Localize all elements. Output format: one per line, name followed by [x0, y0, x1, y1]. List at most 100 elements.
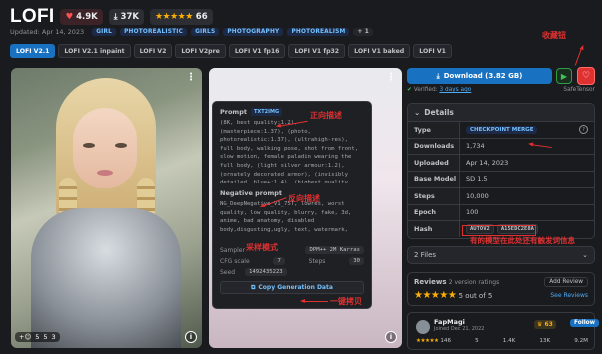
steps-value: 30: [349, 257, 364, 265]
sampler-value: DPM++ 2M Karras: [305, 246, 364, 254]
prompt-type-badge: TXT2IMG: [250, 108, 283, 116]
download-icon: ⤓: [113, 12, 118, 22]
generation-data-panel: Prompt TXT2IMG (8K, best quality:1.2), (m…: [212, 101, 372, 309]
version-tabs: LOFI V2.1 LOFI V2.1 inpaint LOFI V2 LOFI…: [10, 44, 452, 58]
lips: [97, 170, 113, 176]
verification-row: ✔ Verified: 3 days ago SafeTensor: [407, 87, 595, 93]
seed-label: Seed: [220, 268, 235, 276]
creator-name[interactable]: FapMagi: [434, 318, 465, 326]
more-tags[interactable]: + 1: [353, 28, 373, 36]
detail-key: Steps: [408, 188, 460, 204]
detail-value: Apr 14, 2023: [466, 158, 509, 167]
detail-value: 100: [466, 208, 479, 217]
details-panel: ⌄ Details Type CHECKPOINT MERGE? Downloads…: [407, 103, 595, 239]
details-title: Details: [424, 108, 454, 117]
prompt-label: Prompt: [220, 108, 247, 116]
reaction-count[interactable]: 5: [43, 333, 47, 341]
detail-row-base-model: Base Model SD 1.5: [408, 170, 594, 187]
detail-row-type: Type CHECKPOINT MERGE?: [408, 121, 594, 138]
tag[interactable]: PHOTOREALISTIC: [120, 28, 188, 36]
download-button[interactable]: ⤓ Download (3.82 GB): [407, 68, 552, 84]
detail-value: 1,734: [466, 142, 485, 151]
face-shape: [73, 108, 137, 188]
info-icon[interactable]: i: [385, 331, 397, 343]
heart-icon: ♡: [581, 71, 591, 81]
detail-row-uploaded: Uploaded Apr 14, 2023: [408, 154, 594, 171]
version-tab[interactable]: LOFI V1: [413, 44, 452, 58]
version-tab[interactable]: LOFI V1 baked: [348, 44, 411, 58]
stat-value: 5: [475, 338, 479, 344]
copy-generation-data-button[interactable]: ⧉ Copy Generation Data: [220, 281, 364, 294]
star-rating-icon: ★★★★★: [416, 338, 439, 344]
stat-value: 146: [440, 338, 452, 344]
model-title: LOFI: [10, 6, 55, 27]
sampler-label: Sampler: [220, 246, 245, 254]
more-options-icon[interactable]: ⋮: [186, 72, 196, 83]
see-reviews-link[interactable]: See Reviews: [550, 292, 588, 299]
creator-joined: Joined Dec 21, 2022: [434, 326, 485, 332]
version-tab[interactable]: LOFI V2.1: [10, 44, 56, 58]
detail-value: SD 1.5: [466, 175, 488, 184]
stat-value: 9.2M: [574, 338, 588, 344]
reaction-count[interactable]: 3: [52, 333, 56, 341]
files-label: 2 Files: [414, 251, 437, 259]
verified-date[interactable]: 3 days ago: [439, 87, 471, 93]
files-accordion[interactable]: 2 Files ⌄: [407, 246, 595, 264]
annotation-prompt: 正向描述: [310, 111, 342, 120]
avatar[interactable]: [416, 320, 430, 334]
detail-key: Type: [408, 122, 460, 138]
likes-badge[interactable]: ♥ 4.9K: [60, 9, 103, 25]
tag[interactable]: PHOTOREALISM: [287, 28, 350, 36]
type-badge: CHECKPOINT MERGE: [466, 125, 538, 134]
tag[interactable]: GIRL: [92, 28, 117, 36]
follow-button[interactable]: Follow: [570, 319, 600, 327]
annotation-highlight-box: [462, 225, 536, 236]
safetensor-label: SafeTensor: [563, 87, 595, 93]
favorite-button[interactable]: ♡: [577, 67, 595, 85]
creator-card: FapMagi Joined Dec 21, 2022 ♛ 63 Follow …: [407, 312, 600, 350]
download-icon: ⤓: [436, 71, 440, 80]
annotation-hash: 有的模型在此处还有触发词信息: [470, 236, 575, 245]
add-review-button[interactable]: Add Review: [544, 277, 588, 287]
help-icon[interactable]: ?: [579, 125, 588, 135]
more-options-icon[interactable]: ⋮: [386, 72, 396, 83]
verified-label: Verified:: [413, 87, 438, 93]
rating-count: 66: [195, 12, 208, 22]
model-header: LOFI ♥ 4.9K ⤓ 37K ★★★★★ 66: [10, 6, 213, 28]
downloads-badge: ⤓ 37K: [108, 9, 144, 25]
star-rating-icon: ★★★★★: [154, 12, 193, 22]
detail-row-epoch: Epoch 100: [408, 203, 594, 220]
info-icon[interactable]: i: [185, 331, 197, 343]
reaction-count[interactable]: 5: [35, 333, 39, 341]
negative-prompt-text: NG_DeepNegative_V1_75T, lowres, worst qu…: [220, 201, 352, 233]
prompt-text: (8K, best quality:1.2), (masterpiece:1.3…: [220, 120, 359, 183]
details-header[interactable]: ⌄ Details: [408, 104, 594, 121]
run-button[interactable]: ▶: [556, 68, 572, 84]
detail-value: 10,000: [466, 191, 489, 200]
heart-icon: ♥: [65, 12, 74, 22]
version-tab[interactable]: LOFI V1 fp16: [228, 44, 286, 58]
tag[interactable]: PHOTOGRAPHY: [223, 28, 284, 36]
detail-key: Uploaded: [408, 155, 460, 171]
star-rating-icon: ★★★★★: [414, 290, 457, 301]
downloads-count: 37K: [120, 12, 139, 22]
creator-stats: ★★★★★ 146 5 1.4K 13K 9.2M: [416, 338, 588, 344]
cfg-label: CFG scale: [220, 257, 250, 265]
stat-value: 13K: [539, 338, 551, 344]
version-tab[interactable]: LOFI V1 fp32: [288, 44, 346, 58]
annotation-arrow: [574, 46, 583, 66]
detail-key: Epoch: [408, 204, 460, 220]
copy-icon: ⧉: [251, 283, 256, 291]
annotation-favorite: 收藏钮: [542, 31, 566, 40]
version-tab[interactable]: LOFI V2: [133, 44, 173, 58]
annotation-negative: 反向描述: [288, 194, 320, 203]
version-tab[interactable]: LOFI V2.1 inpaint: [58, 44, 131, 58]
rating-badge[interactable]: ★★★★★ 66: [149, 9, 213, 25]
updated-date: Updated: Apr 14, 2023: [10, 28, 85, 36]
eye-right: [115, 143, 127, 148]
creator-rank: 63: [544, 321, 553, 328]
add-reaction-icon[interactable]: +☺: [19, 333, 31, 341]
tag[interactable]: GIRLS: [191, 28, 220, 36]
version-tab[interactable]: LOFI V2pre: [175, 44, 226, 58]
preview-image-1[interactable]: ⋮ +☺ 5 5 3 i: [11, 68, 202, 348]
